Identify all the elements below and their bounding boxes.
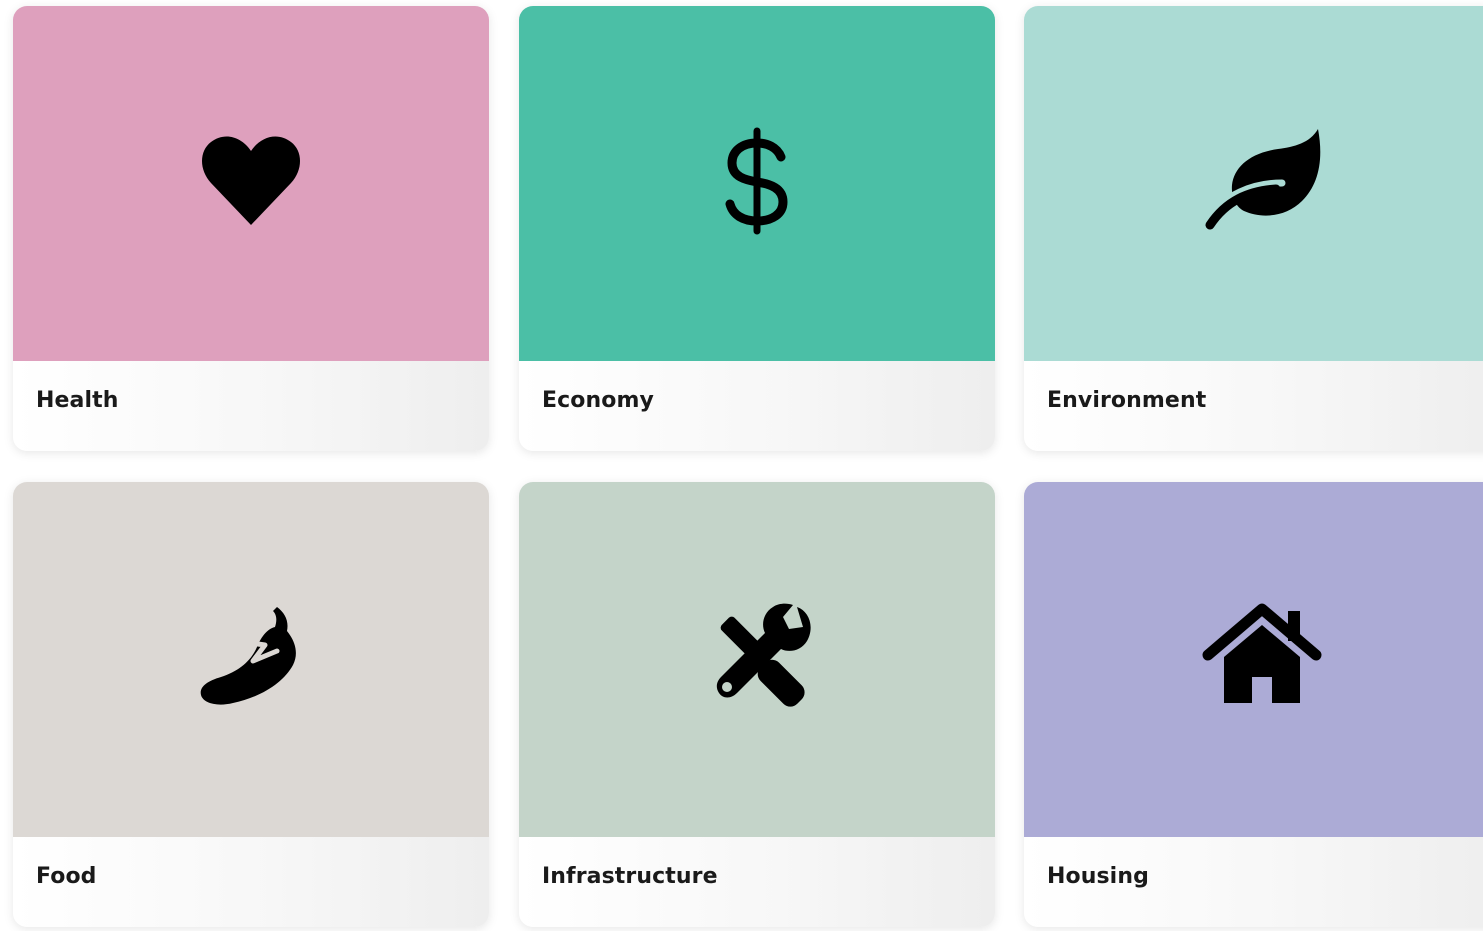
card-label: Food	[36, 864, 97, 889]
category-card-economy[interactable]: Economy	[519, 6, 995, 451]
tools-icon	[697, 597, 817, 717]
card-footer: Infrastructure	[519, 837, 995, 927]
house-icon	[1202, 597, 1322, 717]
category-card-health[interactable]: Health	[13, 6, 489, 451]
card-media	[1024, 6, 1483, 361]
card-footer: Food	[13, 837, 489, 927]
card-footer: Housing	[1024, 837, 1483, 927]
card-footer: Economy	[519, 361, 995, 451]
heart-icon	[191, 121, 311, 241]
card-media	[13, 6, 489, 361]
card-label: Economy	[542, 388, 654, 413]
category-grid: Health Economy Environment Food Infrastr…	[0, 0, 1483, 931]
category-card-infrastructure[interactable]: Infrastructure	[519, 482, 995, 927]
dollar-icon	[697, 121, 817, 241]
card-label: Environment	[1047, 388, 1207, 413]
card-label: Infrastructure	[542, 864, 718, 889]
category-card-housing[interactable]: Housing	[1024, 482, 1483, 927]
category-card-environment[interactable]: Environment	[1024, 6, 1483, 451]
card-media	[519, 6, 995, 361]
card-media	[1024, 482, 1483, 837]
card-label: Housing	[1047, 864, 1149, 889]
card-media	[13, 482, 489, 837]
card-media	[519, 482, 995, 837]
category-card-food[interactable]: Food	[13, 482, 489, 927]
leaf-icon	[1202, 121, 1322, 241]
card-footer: Environment	[1024, 361, 1483, 451]
card-footer: Health	[13, 361, 489, 451]
chili-pepper-icon	[191, 597, 311, 717]
card-label: Health	[36, 388, 119, 413]
